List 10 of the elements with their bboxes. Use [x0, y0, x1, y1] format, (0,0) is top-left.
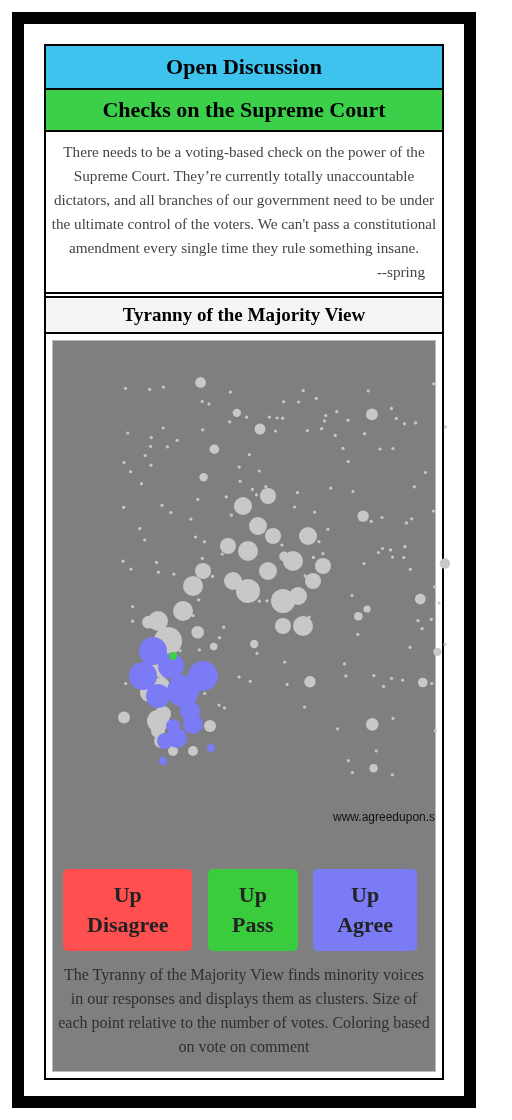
view-description: The Tyranny of the Majority View finds minority voices in our responses and displays them as clusters. Size of each point relative to the number of votes. Coloring based on vote on comment: [57, 965, 431, 1057]
site-credit: www.agreedupon.s: [333, 810, 436, 824]
view-title: Tyranny of the Majority View: [46, 296, 442, 334]
comment-text: There needs to be a voting-based check on the power of the Supreme Court. They’re currently totally unaccountable dictators, and all branches of our government need to be under the ultimate control of the voters. We can't pass a constitutional amendment every single time they rule something insane.: [50, 142, 438, 258]
vote-button[interactable]: Up Agree: [313, 869, 417, 951]
vote-button[interactable]: Up Pass: [208, 869, 298, 951]
vote-button[interactable]: Up Disagree: [63, 869, 193, 951]
header-title: Open Discussion: [46, 46, 442, 90]
comment-author: --spring: [376, 262, 425, 282]
topic-title: Checks on the Supreme Court: [46, 90, 442, 132]
